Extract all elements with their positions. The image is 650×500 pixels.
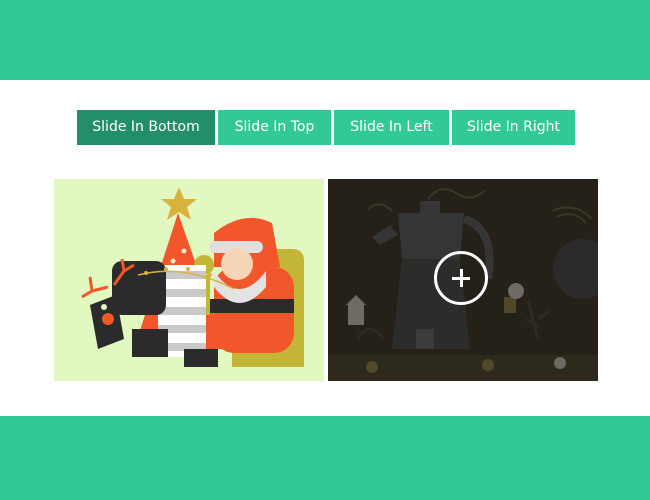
tab-slide-in-bottom[interactable]: Slide In Bottom [77, 110, 215, 145]
gallery-item-santa[interactable] [54, 179, 324, 381]
bottom-footer-band [0, 416, 650, 500]
top-header-band [0, 0, 650, 80]
effect-tabs: Slide In Bottom Slide In Top Slide In Le… [77, 110, 575, 145]
gallery-item-coffee[interactable] [328, 179, 598, 381]
tab-slide-in-right[interactable]: Slide In Right [452, 110, 575, 145]
santa-reindeer-illustration [81, 187, 304, 367]
plus-icon[interactable] [434, 251, 488, 305]
tab-slide-in-left[interactable]: Slide In Left [334, 110, 449, 145]
tab-slide-in-top[interactable]: Slide In Top [218, 110, 331, 145]
image-gallery [54, 179, 598, 381]
